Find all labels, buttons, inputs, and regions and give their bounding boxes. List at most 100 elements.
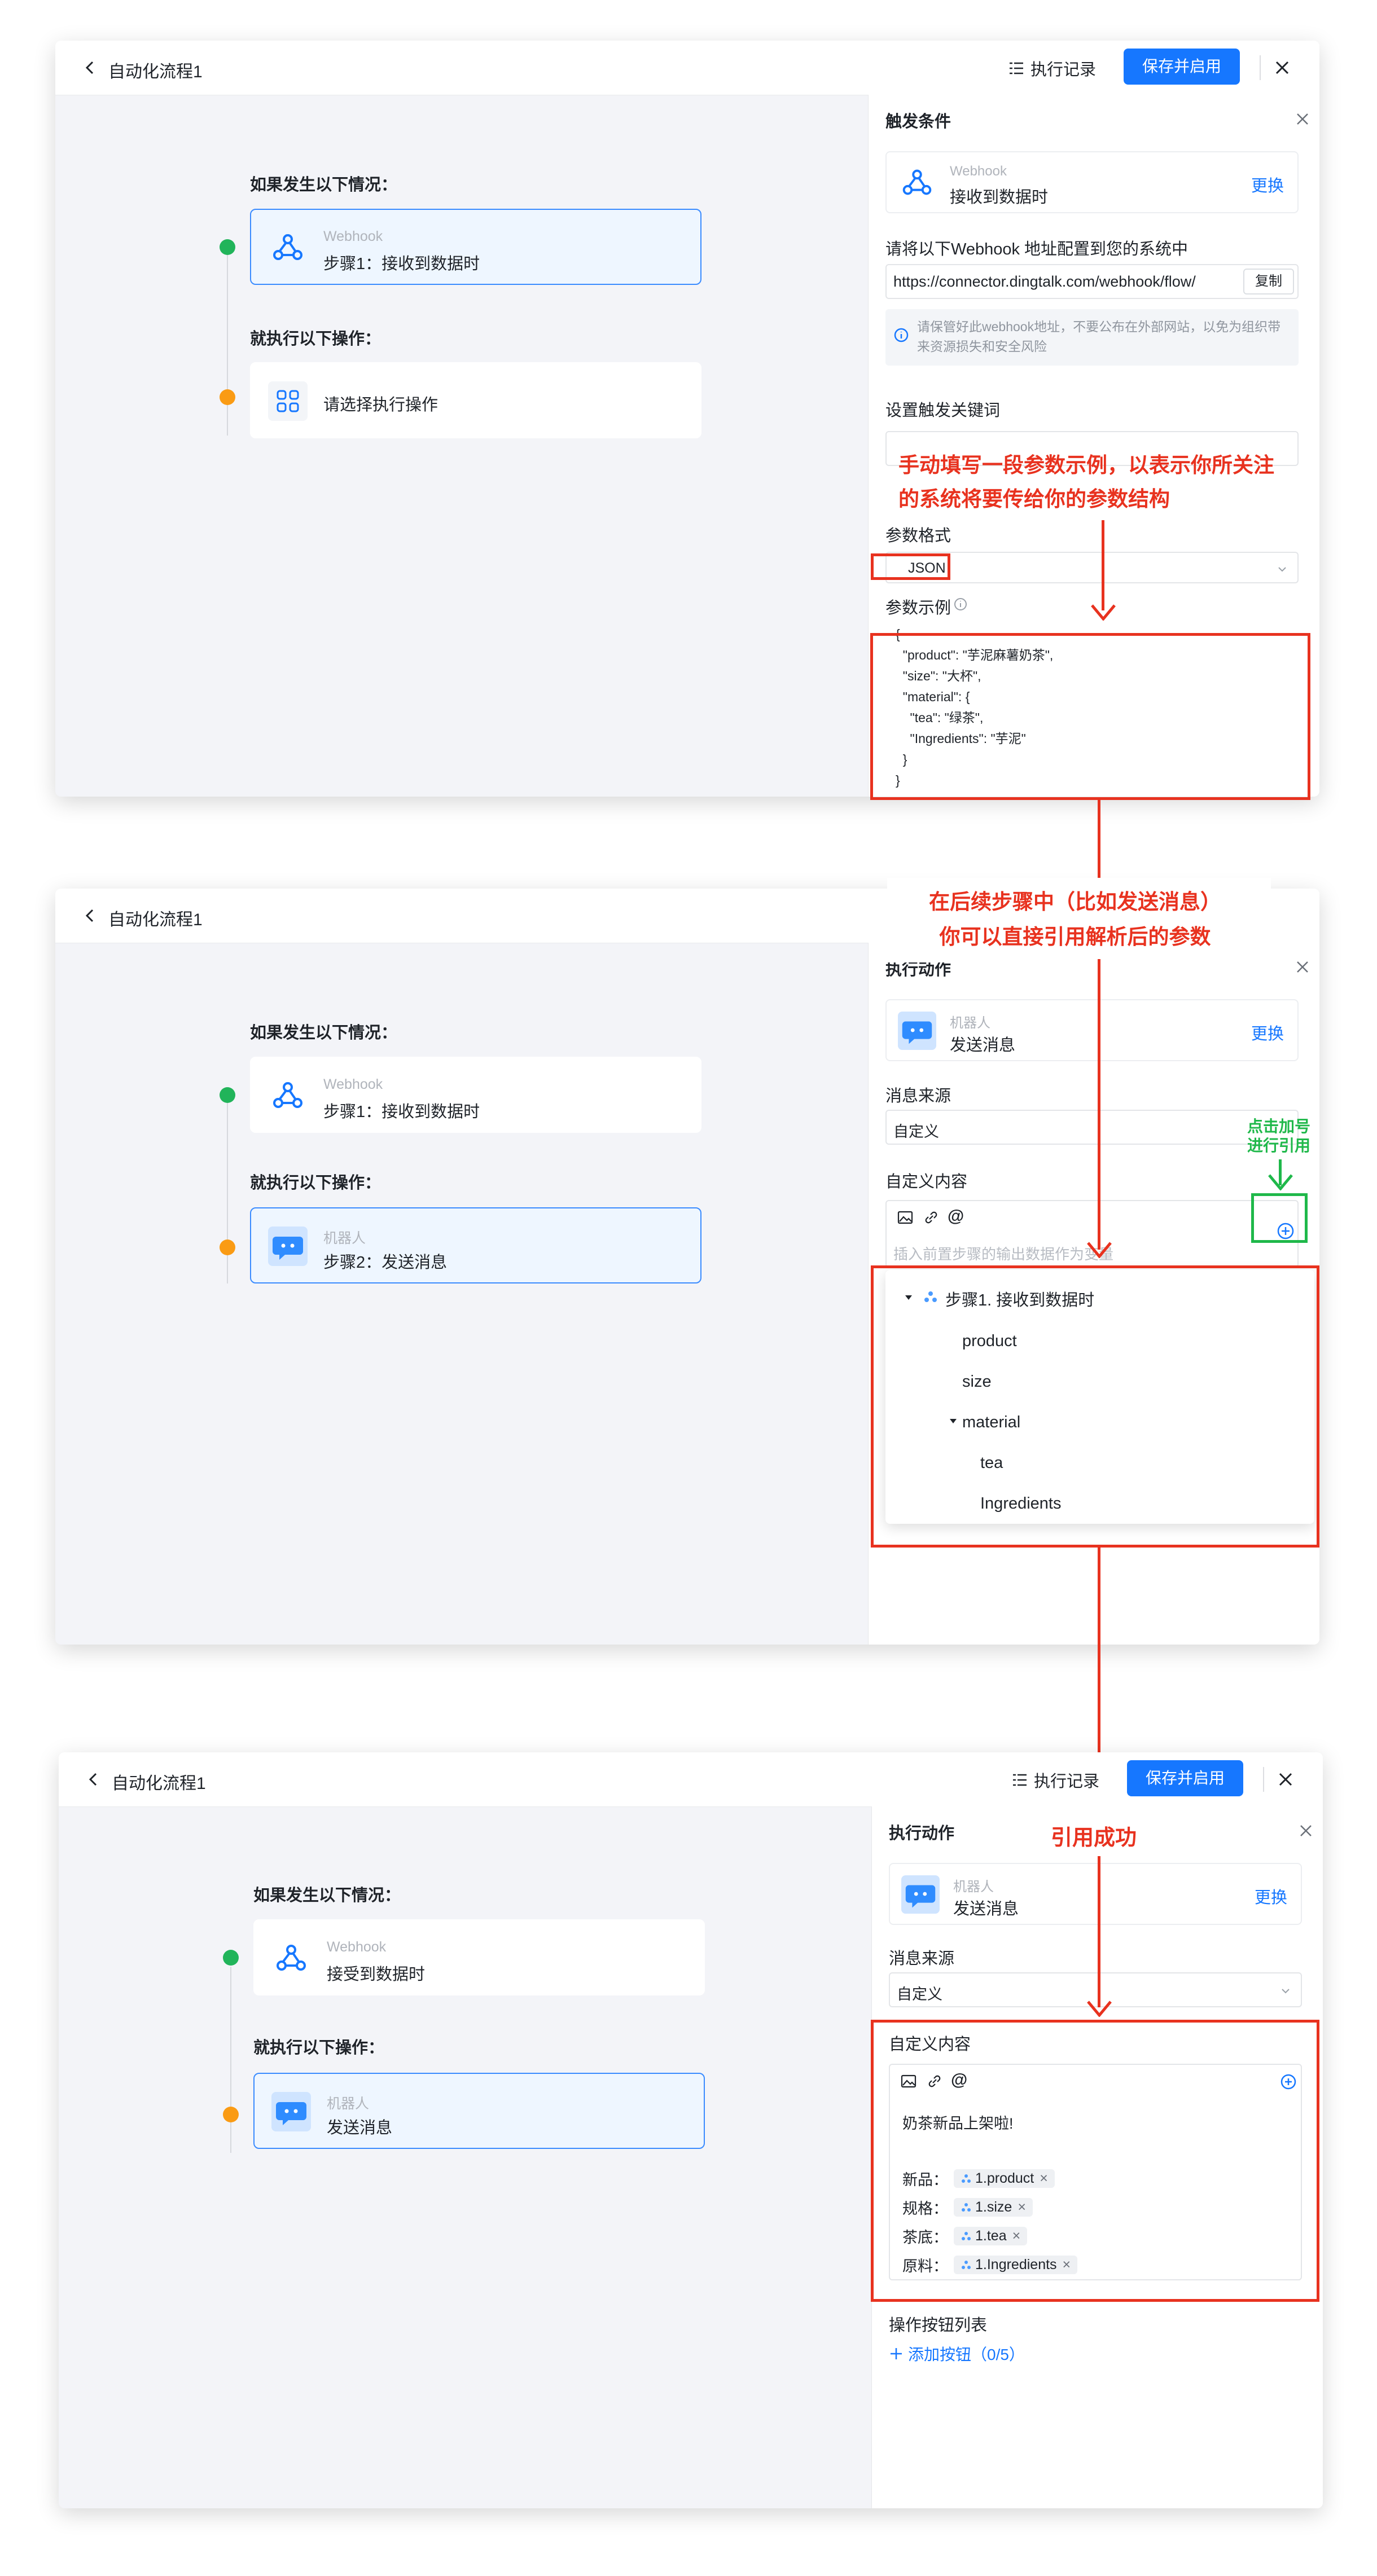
action-node[interactable]: 请选择执行操作 xyxy=(250,362,701,438)
action-node[interactable]: 机器人 发送消息 xyxy=(253,2073,705,2149)
card-type: 机器人 xyxy=(950,1016,990,1031)
card-type: 机器人 xyxy=(953,1879,994,1894)
card-title: 接收到数据时 xyxy=(950,188,1049,206)
annotation-line: 在后续步骤中（比如发送消息） xyxy=(929,890,1221,913)
trigger-node-type: Webhook xyxy=(323,1076,383,1092)
info-icon xyxy=(894,328,909,342)
action-node-title: 步骤2：发送消息 xyxy=(323,1254,448,1272)
history-button[interactable]: 执行记录 xyxy=(1008,56,1096,80)
save-enable-button[interactable]: 保存并启用 xyxy=(1127,1760,1243,1796)
warning-dot-icon xyxy=(220,389,235,405)
trigger-node-title: 步骤1：接收到数据时 xyxy=(323,255,480,273)
plus-icon xyxy=(891,2348,902,2359)
trigger-node[interactable]: Webhook 步骤1：接收到数据时 xyxy=(250,1057,701,1133)
robot-message-icon xyxy=(268,1227,308,1266)
annotation-line: 进行引用 xyxy=(1247,1137,1311,1154)
card-title: 发送消息 xyxy=(953,1900,1019,1918)
success-dot-icon xyxy=(220,239,235,255)
annotation-reference: 在后续步骤中（比如发送消息） 你可以直接引用解析后的参数 xyxy=(894,885,1256,955)
close-panel-icon[interactable] xyxy=(1293,957,1312,977)
list-icon xyxy=(1013,1774,1027,1786)
chevron-down-icon xyxy=(1282,1989,1290,1994)
side-panel-title: 执行动作 xyxy=(889,1825,955,1843)
source-label: 消息来源 xyxy=(885,1087,951,1105)
trigger-type-card: Webhook 接收到数据时 更换 xyxy=(885,151,1299,213)
webhook-icon xyxy=(273,1082,302,1108)
source-value: 自定义 xyxy=(893,1123,939,1140)
history-label: 执行记录 xyxy=(1030,61,1097,79)
side-panel-title: 触发条件 xyxy=(885,113,951,131)
warning-dot-icon xyxy=(220,1239,235,1255)
if-label: 如果发生以下情况： xyxy=(253,1887,401,1905)
back-icon[interactable] xyxy=(82,1768,105,1791)
annotation-line: 你可以直接引用解析后的参数 xyxy=(939,925,1211,948)
keyword-label: 设置触发关键词 xyxy=(885,402,1001,420)
trigger-node-title: 步骤1：接收到数据时 xyxy=(323,1103,480,1121)
swap-button[interactable]: 更换 xyxy=(1251,173,1284,196)
highlight-message-content xyxy=(871,2020,1319,2302)
highlight-reference-tree xyxy=(871,1265,1319,1548)
green-arrow-down-icon xyxy=(1268,1174,1293,1190)
save-enable-button[interactable]: 保存并启用 xyxy=(1124,49,1240,85)
close-panel-icon[interactable] xyxy=(1296,1821,1315,1840)
success-dot-icon xyxy=(223,1950,239,1966)
annotation-example: 手动填写一段参数示例，以表示你所关注 的系统将要传给你的参数结构 xyxy=(898,449,1274,516)
arrow-line xyxy=(1098,1856,1100,2007)
robot-message-icon xyxy=(898,1012,936,1050)
action-type-card: 机器人 发送消息 更换 xyxy=(889,1863,1302,1925)
flow-title: 自动化流程1 xyxy=(108,63,203,81)
back-icon[interactable] xyxy=(79,904,102,927)
help-icon[interactable] xyxy=(953,597,968,612)
highlight-add-button xyxy=(1251,1193,1308,1243)
highlight-format xyxy=(871,553,950,580)
swap-button[interactable]: 更换 xyxy=(1255,1884,1287,1908)
webhook-url-field[interactable]: https://connector.dingtalk.com/webhook/f… xyxy=(885,264,1299,299)
action-node-type: 机器人 xyxy=(327,2096,370,2112)
action-node-title: 发送消息 xyxy=(327,2119,393,2137)
annotation-success: 引用成功 xyxy=(1051,1826,1137,1850)
annotation-line: 的系统将要传给你的参数结构 xyxy=(898,487,1170,511)
divider xyxy=(1260,55,1261,80)
history-button[interactable]: 执行记录 xyxy=(1011,1768,1099,1792)
security-notice: 请保管好此webhook地址，不要公布在外部网站，以免为组织带来资源损失和安全风… xyxy=(885,309,1299,366)
swap-button[interactable]: 更换 xyxy=(1251,1021,1284,1044)
source-select[interactable]: 自定义 xyxy=(885,1110,1299,1145)
close-icon[interactable] xyxy=(1270,55,1295,80)
trigger-node[interactable]: Webhook 接受到数据时 xyxy=(253,1919,705,1995)
action-node-title: 请选择执行操作 xyxy=(323,396,438,414)
trigger-node[interactable]: Webhook 步骤1：接收到数据时 xyxy=(250,209,701,285)
flow-connector xyxy=(227,1103,228,1283)
success-dot-icon xyxy=(220,1087,235,1103)
link-icon[interactable] xyxy=(923,1209,940,1226)
close-icon[interactable] xyxy=(1273,1767,1298,1792)
trigger-node-title: 接受到数据时 xyxy=(327,1966,426,1984)
robot-message-icon xyxy=(271,2092,311,2131)
action-node-type: 机器人 xyxy=(323,1230,366,1246)
content-placeholder: 插入前置步骤的输出数据作为变量 xyxy=(893,1246,1114,1263)
connector-line xyxy=(1098,959,1100,1038)
arrow-down-icon xyxy=(1087,2001,1112,2017)
arrow-down-icon xyxy=(1091,604,1116,621)
arrow-line xyxy=(1102,520,1104,610)
annotation-line: 手动填写一段参数示例，以表示你所关注 xyxy=(898,454,1274,477)
flow-connector xyxy=(227,255,228,436)
then-label: 就执行以下操作： xyxy=(250,330,381,348)
highlight-example xyxy=(870,633,1310,800)
at-mention-icon[interactable]: @ xyxy=(948,1207,964,1226)
copy-button[interactable]: 复制 xyxy=(1243,269,1294,294)
list-icon xyxy=(1010,62,1023,74)
back-icon[interactable] xyxy=(79,56,102,79)
action-node[interactable]: 机器人 步骤2：发送消息 xyxy=(250,1207,701,1283)
webhook-icon xyxy=(277,1945,306,1971)
flow-connector xyxy=(230,1967,231,2153)
annotation-line: 点击加号 xyxy=(1247,1118,1311,1135)
image-icon[interactable] xyxy=(897,1209,914,1226)
top-bar: 自动化流程1 执行记录 保存并启用 xyxy=(59,1752,1323,1807)
webhook-icon xyxy=(273,234,302,260)
warning-dot-icon xyxy=(223,2107,239,2122)
chevron-down-icon xyxy=(1278,567,1286,572)
add-button-link[interactable]: 添加按钮（0/5） xyxy=(889,2342,1025,2365)
card-type: Webhook xyxy=(950,164,1007,179)
add-button-label: 添加按钮（0/5） xyxy=(908,2346,1025,2363)
close-panel-icon[interactable] xyxy=(1293,109,1312,129)
